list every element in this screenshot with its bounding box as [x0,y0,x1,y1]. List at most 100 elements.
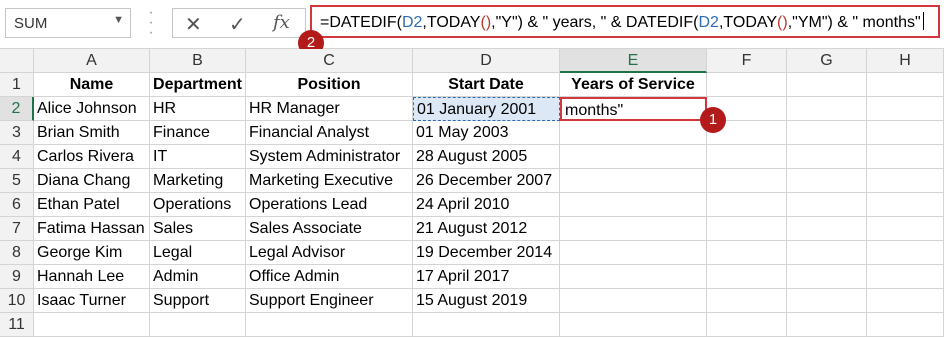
cell-a11[interactable] [34,313,150,337]
cell-a8[interactable]: George Kim [34,241,150,265]
cell-a7[interactable]: Fatima Hassan [34,217,150,241]
cell-c2[interactable]: HR Manager [246,97,413,121]
enter-icon[interactable]: ✓ [229,12,246,37]
column-header-f[interactable]: F [707,49,787,73]
cell-f5[interactable] [707,169,787,193]
cell-a10[interactable]: Isaac Turner [34,289,150,313]
cell-f6[interactable] [707,193,787,217]
column-header-b[interactable]: B [150,49,246,73]
cell-c10[interactable]: Support Engineer [246,289,413,313]
cell-d3[interactable]: 01 May 2003 [413,121,560,145]
cell-f9[interactable] [707,265,787,289]
row-header-2[interactable]: 2 [0,97,34,121]
cell-e9[interactable] [560,265,707,289]
name-box-dropdown-icon[interactable]: ▼ [113,14,124,26]
cell-d6[interactable]: 24 April 2010 [413,193,560,217]
cell-h6[interactable] [867,193,944,217]
column-header-h[interactable]: H [867,49,944,73]
cell-c3[interactable]: Financial Analyst [246,121,413,145]
cell-g1[interactable] [787,73,867,97]
cell-c9[interactable]: Office Admin [246,265,413,289]
cell-d10[interactable]: 15 August 2019 [413,289,560,313]
cell-b4[interactable]: IT [150,145,246,169]
cell-h2[interactable] [867,97,944,121]
cell-g4[interactable] [787,145,867,169]
column-header-a[interactable]: A [34,49,150,73]
cell-a6[interactable]: Ethan Patel [34,193,150,217]
cell-g3[interactable] [787,121,867,145]
cell-a5[interactable]: Diana Chang [34,169,150,193]
cancel-icon[interactable]: ✕ [185,12,202,37]
cell-a4[interactable]: Carlos Rivera [34,145,150,169]
cell-d1[interactable]: Start Date [413,73,560,97]
cell-h5[interactable] [867,169,944,193]
cell-e1[interactable]: Years of Service [560,73,707,97]
insert-function-icon[interactable]: fx [273,12,290,33]
cell-d7[interactable]: 21 August 2012 [413,217,560,241]
select-all-corner[interactable] [0,49,34,73]
cell-b2[interactable]: HR [150,97,246,121]
cell-g7[interactable] [787,217,867,241]
cell-h9[interactable] [867,265,944,289]
cell-h11[interactable] [867,313,944,337]
cell-e4[interactable] [560,145,707,169]
row-header-10[interactable]: 10 [0,289,34,313]
cell-c1[interactable]: Position [246,73,413,97]
column-header-d[interactable]: D [413,49,560,73]
cell-f8[interactable] [707,241,787,265]
cell-g11[interactable] [787,313,867,337]
drag-handle-icon[interactable]: · · · [147,5,155,41]
cell-g10[interactable] [787,289,867,313]
cell-b11[interactable] [150,313,246,337]
cell-b7[interactable]: Sales [150,217,246,241]
cell-f4[interactable] [707,145,787,169]
cell-a1[interactable]: Name [34,73,150,97]
column-header-c[interactable]: C [246,49,413,73]
cell-a9[interactable]: Hannah Lee [34,265,150,289]
cell-b1[interactable]: Department [150,73,246,97]
cell-f1[interactable] [707,73,787,97]
cell-h7[interactable] [867,217,944,241]
row-header-8[interactable]: 8 [0,241,34,265]
formula-input[interactable]: =DATEDIF(D2,TODAY(),"Y") & " years, " & … [310,5,940,38]
cell-d5[interactable]: 26 December 2007 [413,169,560,193]
cell-g9[interactable] [787,265,867,289]
cell-b3[interactable]: Finance [150,121,246,145]
cell-d9[interactable]: 17 April 2017 [413,265,560,289]
cell-h10[interactable] [867,289,944,313]
cell-e2[interactable]: months" [560,97,707,121]
cell-e5[interactable] [560,169,707,193]
row-header-1[interactable]: 1 [0,73,34,97]
row-header-5[interactable]: 5 [0,169,34,193]
row-header-6[interactable]: 6 [0,193,34,217]
cell-b8[interactable]: Legal [150,241,246,265]
cell-e7[interactable] [560,217,707,241]
cell-c4[interactable]: System Administrator [246,145,413,169]
row-header-11[interactable]: 11 [0,313,34,337]
cell-g5[interactable] [787,169,867,193]
column-header-g[interactable]: G [787,49,867,73]
cell-e10[interactable] [560,289,707,313]
cell-d2[interactable]: 01 January 2001 [413,97,560,121]
cell-e6[interactable] [560,193,707,217]
cell-b9[interactable]: Admin [150,265,246,289]
cell-c5[interactable]: Marketing Executive [246,169,413,193]
cell-f11[interactable] [707,313,787,337]
cell-b10[interactable]: Support [150,289,246,313]
cell-b6[interactable]: Operations [150,193,246,217]
cell-e8[interactable] [560,241,707,265]
cell-f10[interactable] [707,289,787,313]
cell-c11[interactable] [246,313,413,337]
cell-h8[interactable] [867,241,944,265]
row-header-7[interactable]: 7 [0,217,34,241]
cell-g8[interactable] [787,241,867,265]
cell-e3[interactable] [560,121,707,145]
cell-d11[interactable] [413,313,560,337]
cell-h1[interactable] [867,73,944,97]
row-header-3[interactable]: 3 [0,121,34,145]
cell-a2[interactable]: Alice Johnson [34,97,150,121]
cell-h3[interactable] [867,121,944,145]
cell-a3[interactable]: Brian Smith [34,121,150,145]
cell-c6[interactable]: Operations Lead [246,193,413,217]
column-header-e[interactable]: E [560,49,707,73]
